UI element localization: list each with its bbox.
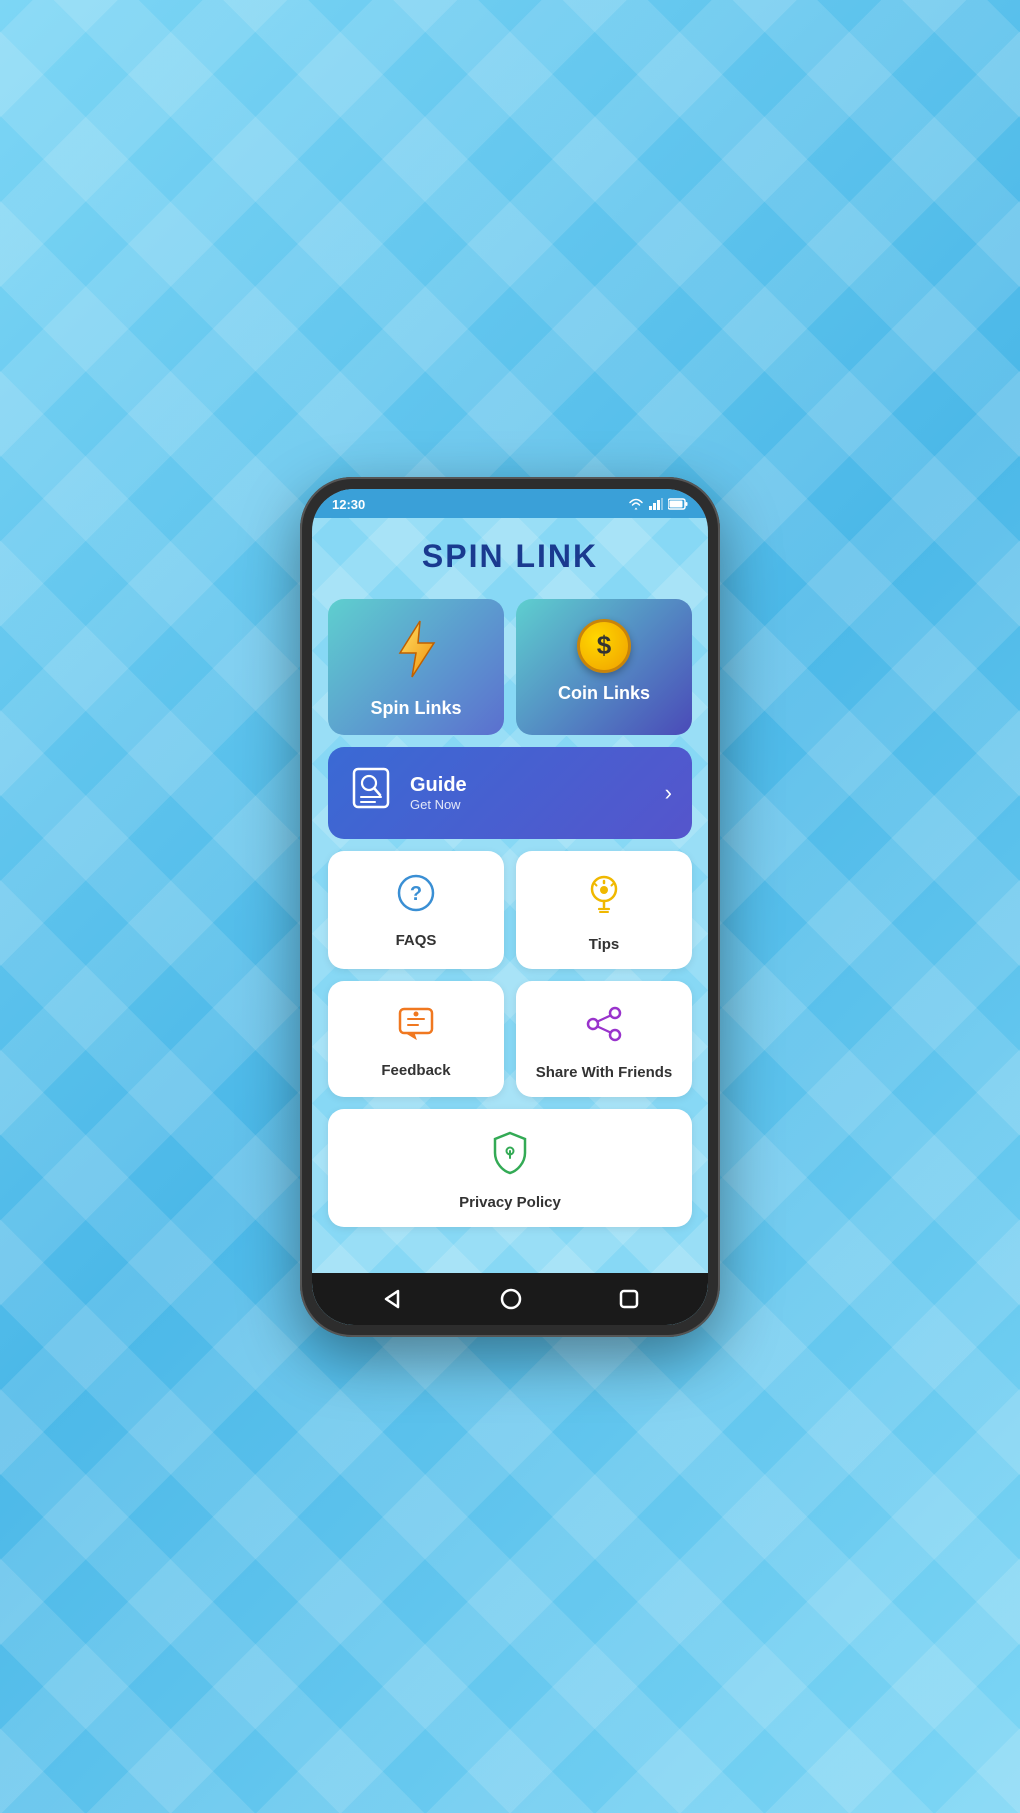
- feedback-card[interactable]: Feedback: [328, 981, 504, 1097]
- status-time: 12:30: [332, 497, 365, 512]
- phone-wrapper: 12:30: [300, 477, 720, 1337]
- faq-icon: ?: [396, 873, 436, 922]
- guide-arrow-icon: ›: [665, 780, 672, 806]
- mid-cards-row1: ? FAQS: [328, 851, 692, 969]
- guide-card[interactable]: Guide Get Now ›: [328, 747, 692, 839]
- status-bar: 12:30: [312, 489, 708, 518]
- wifi-icon: [628, 498, 644, 510]
- tips-label: Tips: [589, 936, 620, 953]
- battery-icon: [668, 498, 688, 510]
- guide-book-icon: [348, 765, 394, 821]
- coin-links-label: Coin Links: [558, 683, 650, 704]
- lightning-icon: [390, 619, 442, 688]
- feedback-icon: [396, 1003, 436, 1052]
- tips-icon: [584, 873, 624, 926]
- privacy-policy-card[interactable]: Privacy Policy: [328, 1109, 692, 1227]
- spin-links-card[interactable]: Spin Links: [328, 599, 504, 735]
- privacy-label: Privacy Policy: [459, 1194, 561, 1211]
- status-icons: [628, 498, 688, 510]
- mid-cards-row2: Feedback Share With Frie: [328, 981, 692, 1097]
- guide-title: Guide: [410, 774, 649, 797]
- app-content: SPIN LINK: [312, 518, 708, 1273]
- faqs-card[interactable]: ? FAQS: [328, 851, 504, 969]
- coin-links-card[interactable]: $ Coin Links: [516, 599, 692, 735]
- coin-icon: $: [577, 619, 631, 673]
- app-title: SPIN LINK: [328, 538, 692, 575]
- svg-text:?: ?: [410, 883, 422, 905]
- faqs-label: FAQS: [396, 932, 437, 949]
- phone-screen: 12:30: [312, 489, 708, 1325]
- signal-icon: [649, 498, 663, 510]
- home-button[interactable]: [499, 1287, 523, 1311]
- feedback-label: Feedback: [381, 1062, 450, 1079]
- share-card[interactable]: Share With Friends: [516, 981, 692, 1097]
- bottom-nav: [312, 1273, 708, 1325]
- top-cards: Spin Links $ Coin Links: [328, 599, 692, 735]
- back-button[interactable]: [380, 1287, 404, 1311]
- recent-button[interactable]: [618, 1288, 640, 1310]
- spin-links-label: Spin Links: [370, 698, 461, 719]
- privacy-icon: [489, 1131, 531, 1184]
- phone-frame: 12:30: [300, 477, 720, 1337]
- tips-card[interactable]: Tips: [516, 851, 692, 969]
- share-label: Share With Friends: [536, 1064, 673, 1081]
- guide-text: Guide Get Now: [410, 774, 649, 812]
- share-icon: [583, 1003, 625, 1054]
- guide-subtitle: Get Now: [410, 797, 649, 812]
